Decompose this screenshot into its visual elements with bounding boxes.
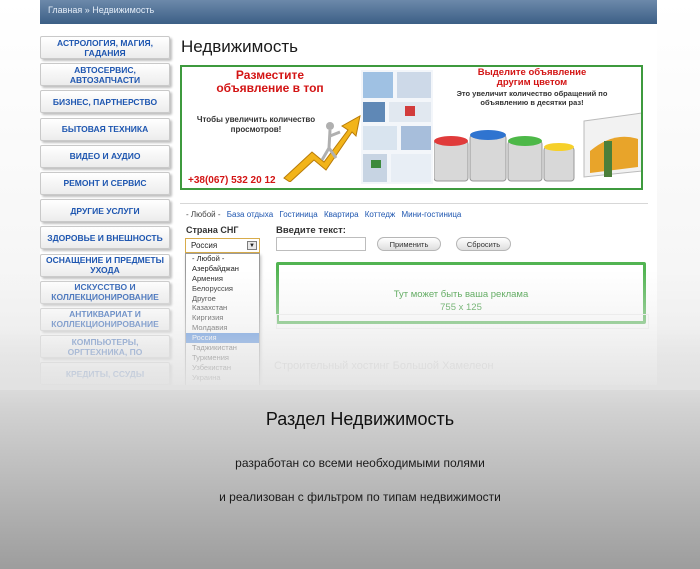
- search-input[interactable]: [276, 237, 366, 251]
- country-option[interactable]: Армения: [186, 274, 259, 284]
- ad-text: Тут может быть ваша реклама: [393, 289, 529, 300]
- apply-button[interactable]: Применить: [377, 237, 441, 251]
- filter-panel: - Любой - База отдыха Гостиница Квартира…: [180, 203, 649, 385]
- country-option-selected[interactable]: Россия: [186, 333, 259, 344]
- sidebar-item-appliances[interactable]: БЫТОВАЯ ТЕХНИКА: [40, 117, 170, 141]
- banner-left-headline: Разместите объявление в топ: [216, 68, 324, 95]
- category-sidebar: АСТРОЛОГИЯ, МАГИЯ, ГАДАНИЯ АВТОСЕРВИС, А…: [40, 36, 174, 385]
- type-apartment[interactable]: Квартира: [324, 210, 359, 219]
- country-option[interactable]: Молдавия: [186, 323, 259, 333]
- sidebar-item-repair[interactable]: РЕМОНТ И СЕРВИС: [40, 171, 170, 195]
- sidebar-item-art[interactable]: ИСКУССТВО И КОЛЛЕКЦИОНИРОВАНИЕ: [40, 280, 170, 304]
- country-select[interactable]: Россия ▼: [185, 238, 260, 253]
- sidebar-item-video-audio[interactable]: ВИДЕО И АУДИО: [40, 144, 170, 168]
- caption-line-2: и реализован с фильтром по типам недвижи…: [219, 490, 501, 504]
- country-option[interactable]: Белоруссия: [186, 284, 259, 294]
- country-option[interactable]: Азербайджан: [186, 264, 259, 274]
- country-option[interactable]: Казахстан: [186, 303, 259, 313]
- country-option[interactable]: Таджикистан: [186, 343, 259, 353]
- page-title: Недвижимость: [181, 37, 298, 56]
- country-option[interactable]: Украина: [186, 373, 259, 383]
- type-mini-hotel[interactable]: Мини-гостиница: [401, 210, 461, 219]
- sidebar-item-equipment[interactable]: ОСНАЩЕНИЕ И ПРЕДМЕТЫ УХОДА: [40, 253, 170, 277]
- country-option[interactable]: - Любой -: [186, 254, 259, 264]
- country-option[interactable]: Туркмения: [186, 353, 259, 363]
- search-text-label: Введите текст:: [276, 225, 346, 236]
- sidebar-item-credits[interactable]: КРЕДИТЫ, ССУДЫ: [40, 362, 170, 385]
- type-cottage[interactable]: Коттедж: [365, 210, 395, 219]
- banner-right-headline: Выделите объявление другим цветом: [477, 67, 587, 88]
- site-page: Главная » Недвижимость АСТРОЛОГИЯ, МАГИЯ…: [40, 0, 657, 385]
- sidebar-item-autoservice[interactable]: АВТОСЕРВИС, АВТОЗАПЧАСТИ: [40, 63, 170, 87]
- reset-button[interactable]: Сбросить: [456, 237, 511, 251]
- property-type-filter: - Любой - База отдыха Гостиница Квартира…: [186, 210, 465, 219]
- type-hotel[interactable]: Гостиница: [279, 210, 317, 219]
- sidebar-item-astrology[interactable]: АСТРОЛОГИЯ, МАГИЯ, ГАДАНИЯ: [40, 36, 170, 59]
- ad-size: 755 x 125: [440, 302, 482, 313]
- breadcrumb[interactable]: Главная » Недвижимость: [48, 5, 154, 15]
- caption-line-1: разработан со всеми необходимыми полями: [235, 456, 485, 470]
- country-option[interactable]: Другое: [186, 294, 259, 304]
- sidebar-item-health[interactable]: ЗДОРОВЬЕ И ВНЕШНОСТЬ: [40, 226, 170, 250]
- listing-title[interactable]: Строительный хостинг Большой Хамелеон: [274, 360, 494, 372]
- type-any[interactable]: - Любой -: [186, 210, 221, 219]
- promo-banner[interactable]: Разместите объявление в топ Чтобы увелич…: [180, 65, 643, 190]
- country-label: Страна СНГ: [186, 225, 239, 235]
- type-recreation-base[interactable]: База отдыха: [227, 210, 273, 219]
- results-box: [276, 314, 649, 329]
- country-option[interactable]: Киргизия: [186, 313, 259, 323]
- website-screenshots-icon: [361, 70, 433, 184]
- paint-cans-icon: [434, 112, 641, 182]
- country-option[interactable]: Узбекистан: [186, 363, 259, 373]
- sidebar-item-business[interactable]: БИЗНЕС, ПАРТНЕРСТВО: [40, 90, 170, 114]
- caption-title: Раздел Недвижимость: [265, 409, 455, 429]
- growth-arrow-icon: [283, 115, 361, 182]
- banner-phone: +38(067) 532 20 12: [188, 175, 276, 186]
- country-dropdown-list[interactable]: - Любой - Азербайджан Армения Белоруссия…: [185, 253, 260, 385]
- sidebar-item-computers[interactable]: КОМПЬЮТЕРЫ, ОРГТЕХНИКА, ПО: [40, 335, 170, 359]
- sidebar-item-other-services[interactable]: ДРУГИЕ УСЛУГИ: [40, 199, 170, 223]
- chevron-down-icon[interactable]: ▼: [247, 241, 257, 250]
- breadcrumb-bar: Главная » Недвижимость: [40, 0, 657, 24]
- banner-right-subtext: Это увеличит количество обращений по объ…: [456, 89, 608, 107]
- sidebar-item-antiques[interactable]: АНТИКВАРИАТ И КОЛЛЕКЦИОНИРОВАНИЕ: [40, 307, 170, 331]
- country-selected-value: Россия: [191, 241, 218, 250]
